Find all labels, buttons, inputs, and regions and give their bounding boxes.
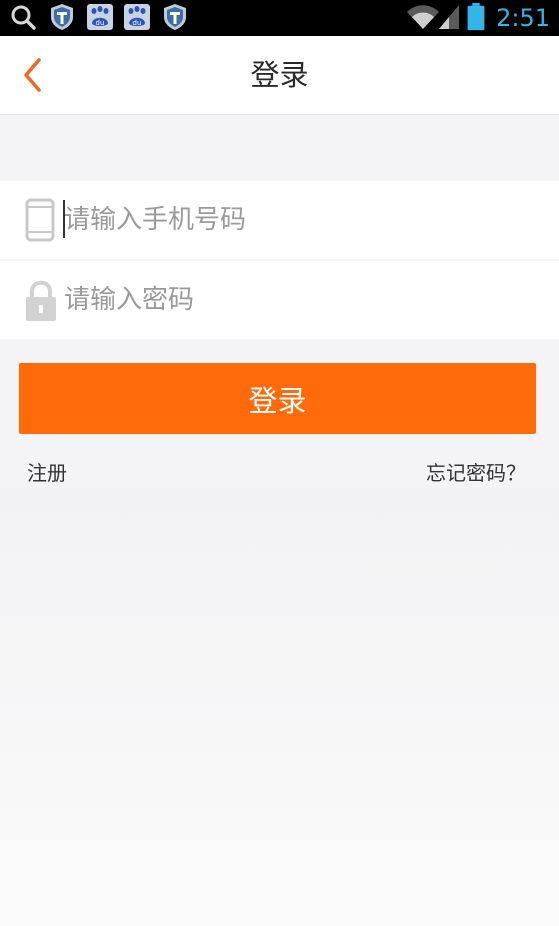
shield-icon (51, 4, 73, 30)
svg-text:du: du (96, 19, 105, 27)
signal-icon (439, 5, 459, 29)
status-bar: du du 2:51 (0, 0, 559, 36)
lock-icon (26, 280, 56, 321)
title-bar: 登录 (0, 36, 559, 115)
battery-icon (467, 3, 485, 31)
mobile-phone-icon (25, 198, 55, 242)
chevron-left-icon (24, 58, 41, 92)
shield-icon (164, 4, 186, 30)
forgot-password-link[interactable]: 忘记密码？ (426, 458, 526, 488)
baidu-paw-icon: du (87, 4, 113, 30)
empty-content-area (0, 488, 559, 926)
register-link[interactable]: 注册 (27, 458, 67, 488)
password-input[interactable] (64, 261, 534, 339)
login-button[interactable]: 登录 (19, 363, 536, 434)
status-time: 2:51 (496, 4, 550, 32)
search-icon (11, 5, 36, 30)
text-cursor (63, 200, 65, 238)
wifi-icon (407, 5, 439, 29)
page-title: 登录 (250, 58, 309, 92)
phone-input[interactable] (64, 181, 534, 259)
baidu-paw-icon: du (124, 4, 150, 30)
phone-field-row (0, 181, 559, 259)
back-button[interactable] (14, 52, 54, 98)
password-field-row (0, 261, 559, 339)
svg-text:du: du (133, 19, 142, 27)
